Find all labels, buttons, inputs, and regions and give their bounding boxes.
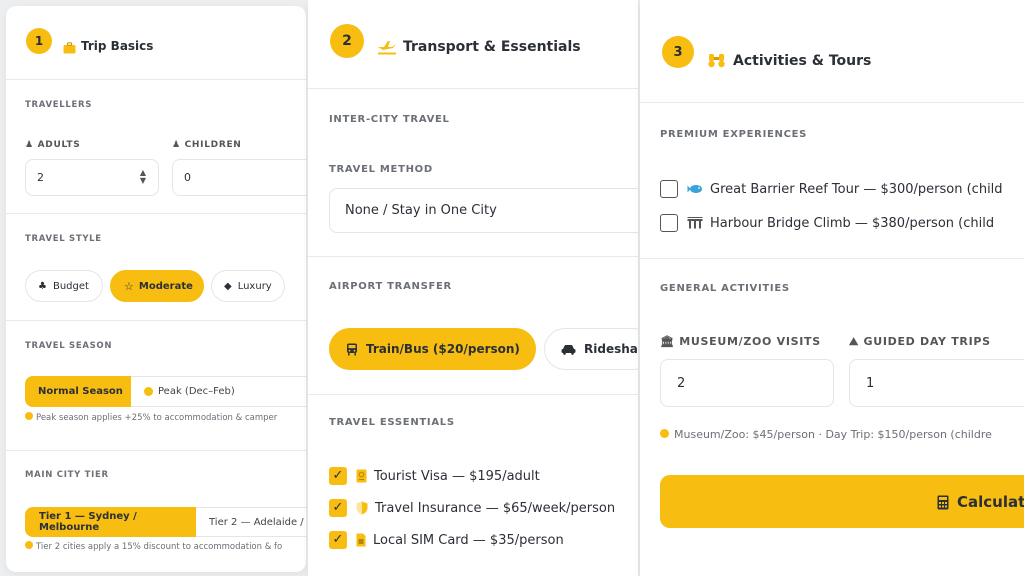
guided-value: 1 (866, 375, 875, 391)
children-value: 0 (184, 171, 191, 184)
calculate-label: Calculat (957, 492, 1024, 511)
essential-label: Tourist Visa — $195/adult (374, 468, 540, 484)
calculate-button[interactable]: Calculat (660, 475, 1024, 528)
trip-basics-card: 1 Trip Basics TRAVELLERS ♟ ADULTS 2 ▲ ▼ ♟… (6, 6, 306, 572)
calculator-icon (937, 493, 949, 511)
option-label: Tier 2 — Adelaide / (209, 516, 304, 528)
info-icon (25, 412, 33, 420)
premium-bridge-row[interactable]: Harbour Bridge Climb — $380/person (chil… (660, 213, 994, 233)
children-stepper[interactable]: 0 (172, 159, 306, 196)
travel-method-select[interactable]: None / Stay in One City (329, 188, 638, 233)
transport-card: 2 Transport & Essentials INTER-CITY TRAV… (308, 0, 638, 576)
guided-trips-input[interactable]: 1 (849, 359, 1024, 407)
tier-2-option[interactable]: Tier 2 — Adelaide / (196, 507, 306, 537)
transfer-label: Rideshar (584, 342, 638, 356)
sim-card-icon (356, 533, 366, 548)
style-label: Budget (52, 280, 89, 292)
style-label: Luxury (237, 280, 272, 292)
travellers-label: TRAVELLERS (25, 100, 93, 110)
sprout-icon: ♣ (38, 280, 47, 292)
binoculars-icon (708, 53, 725, 72)
style-label: Moderate (138, 280, 193, 292)
activities-pricing-note: Museum/Zoo: $45/person · Day Trip: $150/… (660, 428, 992, 441)
info-icon (25, 541, 33, 549)
museum-label: 🏛 MUSEUM/ZOO VISITS (660, 335, 821, 348)
children-label: ♟ CHILDREN (172, 140, 242, 150)
premium-label: Harbour Bridge Climb — $380/person (chil… (710, 215, 995, 231)
season-peak-option[interactable]: Peak (Dec–Feb) (131, 376, 306, 407)
adults-value: 2 (37, 171, 44, 184)
section-title: Transport & Essentials (403, 39, 581, 55)
person-icon: ♟ (25, 140, 34, 150)
stepper-arrows-icon[interactable]: ▲ ▼ (140, 169, 146, 185)
style-luxury-button[interactable]: ◆ Luxury (211, 270, 285, 302)
travel-style-label: TRAVEL STYLE (25, 234, 102, 244)
bridge-checkbox[interactable] (660, 214, 678, 232)
travel-method-label: TRAVEL METHOD (329, 164, 433, 175)
adults-label: ♟ ADULTS (25, 140, 81, 150)
essential-label: Travel Insurance — $65/week/person (375, 500, 616, 516)
step-badge-3: 3 (662, 36, 694, 68)
activities-card: 3 Activities & Tours PREMIUM EXPERIENCES… (640, 0, 1024, 576)
tier-note-text: Tier 2 cities apply a 15% discount to ac… (36, 542, 283, 552)
star-icon: ☆ (124, 279, 134, 293)
suitcase-icon (63, 39, 76, 58)
fish-icon (687, 182, 703, 197)
premium-reef-row[interactable]: Great Barrier Reef Tour — $300/person (c… (660, 179, 1003, 199)
info-icon (660, 429, 669, 438)
intercity-label: INTER-CITY TRAVEL (329, 114, 450, 125)
general-activities-label: GENERAL ACTIVITIES (660, 283, 790, 294)
premium-label: Great Barrier Reef Tour — $300/person (c… (710, 181, 1003, 197)
shield-icon (356, 501, 368, 516)
essential-label: Local SIM Card — $35/person (373, 532, 564, 548)
travel-method-value: None / Stay in One City (345, 203, 497, 218)
style-budget-button[interactable]: ♣ Budget (25, 270, 103, 302)
tier-note: Tier 2 cities apply a 15% discount to ac… (25, 541, 282, 552)
tier-1-option[interactable]: Tier 1 — Sydney / Melbourne (25, 507, 196, 537)
sun-icon (144, 387, 153, 396)
car-icon (561, 342, 576, 356)
essential-visa-row[interactable]: ✓ Tourist Visa — $195/adult (329, 466, 540, 486)
diamond-icon: ◆ (224, 280, 232, 292)
child-icon: ♟ (172, 140, 181, 150)
adults-stepper[interactable]: 2 ▲ ▼ (25, 159, 159, 196)
essential-sim-row[interactable]: ✓ Local SIM Card — $35/person (329, 530, 564, 550)
travel-season-label: TRAVEL SEASON (25, 341, 113, 351)
bus-icon (346, 342, 358, 356)
museum-icon: 🏛 (660, 335, 675, 348)
section-title: Activities & Tours (733, 53, 872, 69)
passport-icon (356, 469, 367, 484)
season-normal-option[interactable]: Normal Season (25, 376, 131, 407)
season-note-text: Peak season applies +25% to accommodatio… (36, 413, 278, 423)
airport-transfer-label: AIRPORT TRANSFER (329, 281, 452, 292)
plane-icon (377, 39, 397, 59)
premium-experiences-label: PREMIUM EXPERIENCES (660, 129, 808, 140)
travel-essentials-label: TRAVEL ESSENTIALS (329, 417, 455, 428)
visa-checkbox[interactable]: ✓ (329, 467, 347, 485)
transfer-train-bus-button[interactable]: Train/Bus ($20/person) (329, 328, 536, 370)
bridge-icon (687, 216, 703, 231)
museum-visits-input[interactable]: 2 (660, 359, 834, 407)
option-label: Tier 1 — Sydney / Melbourne (39, 511, 137, 533)
transfer-label: Train/Bus ($20/person) (366, 342, 520, 356)
step-badge-1: 1 (26, 28, 52, 54)
pricing-note-text: Museum/Zoo: $45/person · Day Trip: $150/… (674, 428, 992, 441)
essential-insurance-row[interactable]: ✓ Travel Insurance — $65/week/person (329, 498, 615, 518)
sim-checkbox[interactable]: ✓ (329, 531, 347, 549)
city-tier-label: MAIN CITY TIER (25, 470, 109, 480)
transfer-rideshare-button[interactable]: Rideshar (544, 328, 638, 370)
insurance-checkbox[interactable]: ✓ (329, 499, 347, 517)
section-title: Trip Basics (81, 39, 154, 53)
option-label: Normal Season (38, 386, 123, 397)
style-moderate-button[interactable]: ☆ Moderate (110, 270, 204, 302)
museum-value: 2 (677, 375, 686, 391)
guided-label: ⛰ GUIDED DAY TRIPS (849, 335, 991, 348)
option-label: Peak (Dec–Feb) (158, 386, 235, 397)
guided-trips-icon: ⛰ (849, 335, 859, 348)
season-note: Peak season applies +25% to accommodatio… (25, 412, 277, 423)
step-badge-2: 2 (330, 24, 364, 58)
reef-checkbox[interactable] (660, 180, 678, 198)
